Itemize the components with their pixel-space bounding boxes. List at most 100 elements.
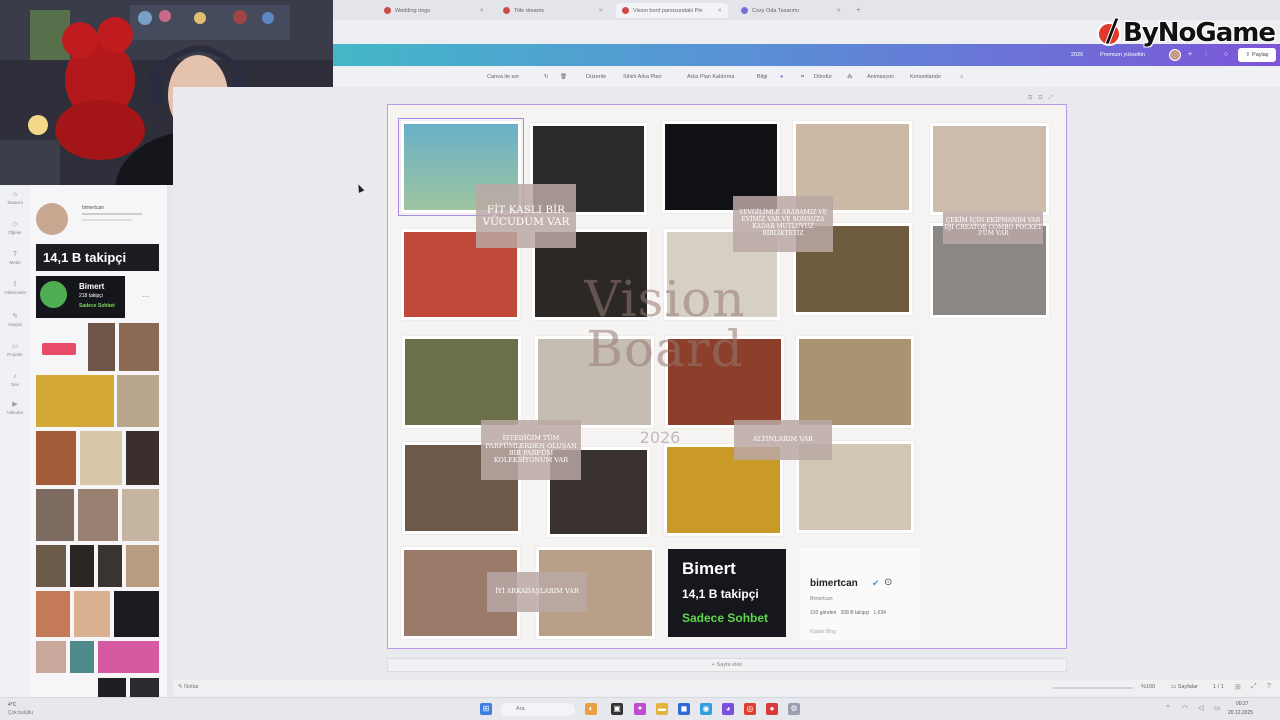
- widget-icon[interactable]: ◐: [585, 703, 597, 715]
- upload-thumb[interactable]: [42, 343, 76, 355]
- rail-text[interactable]: T Metin: [0, 251, 30, 265]
- upload-thumb[interactable]: [126, 545, 159, 587]
- vision-board-year[interactable]: 2026: [620, 428, 700, 447]
- upload-thumb[interactable]: [119, 323, 159, 371]
- zoom-slider[interactable]: [1053, 687, 1133, 689]
- rail-projects[interactable]: ▭ Projeler: [0, 343, 30, 357]
- tab-wedding-rings[interactable]: Wedding rings ✕: [378, 3, 490, 18]
- notes-button[interactable]: ✎ Notlar: [178, 684, 199, 690]
- upload-thumb[interactable]: [36, 641, 66, 673]
- photo-perfume-box[interactable]: [402, 336, 521, 428]
- add-page-button[interactable]: + Sayfa ekle: [387, 658, 1067, 672]
- comment-icon[interactable]: ○: [1221, 51, 1231, 59]
- settings-icon[interactable]: ⚙: [788, 703, 800, 715]
- more-options-icon[interactable]: ⋯: [142, 293, 149, 301]
- label-fit-body[interactable]: FİT KASLI BİR VÜCUDUM VAR: [476, 184, 576, 248]
- toolbar-ask-canva[interactable]: Canva ile sor: [487, 74, 519, 80]
- label-good-friends[interactable]: İYİ ARKADAŞLARIM VAR: [487, 572, 587, 612]
- task-view-icon[interactable]: ▣: [611, 703, 623, 715]
- rail-design[interactable]: ⌂ Tasarım: [0, 191, 30, 205]
- upload-thumb[interactable]: [98, 545, 122, 587]
- avatar[interactable]: [1169, 49, 1181, 61]
- rail-videos[interactable]: ▶ Videolar: [0, 401, 30, 415]
- toolbar-info[interactable]: Bilgi: [757, 74, 767, 80]
- clock-time[interactable]: 00:27: [1236, 701, 1249, 707]
- share-button[interactable]: ⇪ Paylaş: [1238, 48, 1276, 62]
- upload-thumb[interactable]: [36, 545, 66, 587]
- toolbar-animate[interactable]: Animasyon: [867, 74, 894, 80]
- upload-thumb[interactable]: [74, 591, 110, 637]
- clock-date[interactable]: 20.12.2025: [1228, 710, 1253, 716]
- upload-thumb[interactable]: [36, 375, 114, 427]
- label-gold[interactable]: ALTINLARIM VAR: [734, 420, 832, 460]
- wifi-icon[interactable]: ◠: [1182, 704, 1188, 712]
- upload-thumb[interactable]: [36, 431, 76, 485]
- upload-thumb[interactable]: [36, 591, 70, 637]
- copilot-icon[interactable]: ✦: [634, 703, 646, 715]
- page-controls[interactable]: ⧉⧉⤢: [1028, 95, 1059, 102]
- help-icon[interactable]: ?: [1267, 683, 1271, 690]
- toolbar-edit[interactable]: Düzenle: [586, 74, 606, 80]
- tab-vision-board[interactable]: Vision bord panosundaki Pin ✕: [616, 3, 728, 18]
- discord-icon[interactable]: ◕: [722, 703, 734, 715]
- followers-banner-thumb[interactable]: 14,1 B takipçi: [36, 244, 159, 271]
- rail-elements[interactable]: ◇ Öğeler: [0, 221, 30, 235]
- label-car-house[interactable]: SEVGİLİMLE ARABAMIZ VE EVİMİZ VAR VE SON…: [733, 196, 833, 252]
- edge-icon[interactable]: ◉: [700, 703, 712, 715]
- grid-icon[interactable]: ⁂: [847, 74, 853, 80]
- upload-thumb[interactable]: [122, 489, 159, 541]
- upload-thumb[interactable]: [117, 375, 159, 427]
- upload-thumb[interactable]: [126, 431, 159, 485]
- rail-audio[interactable]: ♪ Ses: [0, 373, 30, 387]
- photo-bangles[interactable]: [796, 336, 914, 428]
- toolbar-bg-remove[interactable]: Arka Plan Kaldırma: [687, 74, 734, 80]
- close-icon[interactable]: ✕: [479, 8, 484, 14]
- bimert-followers-card[interactable]: Bimert 14,1 B takipçi Sadece Sohbet: [668, 549, 786, 637]
- new-tab-button[interactable]: +: [856, 5, 861, 14]
- upload-thumb[interactable]: [130, 678, 159, 698]
- fullscreen-icon[interactable]: ⤢: [1251, 683, 1257, 691]
- refresh-icon[interactable]: ↻: [544, 74, 549, 80]
- windows-start-icon[interactable]: ⊞: [480, 703, 492, 715]
- upload-thumb[interactable]: [36, 489, 74, 541]
- rail-uploads[interactable]: ⇧ Yüklemeler: [0, 281, 30, 295]
- toolbar-rotate[interactable]: Döndür: [814, 74, 832, 80]
- profile-card[interactable]: bimertcan ✔ ⊙ Bimertcan 310 gönderi 208 …: [800, 548, 920, 640]
- photo-couple-2[interactable]: [930, 123, 1049, 215]
- zoom-level[interactable]: %100: [1141, 684, 1155, 690]
- analytics-icon[interactable]: ⫶: [1201, 51, 1211, 59]
- weather-temp[interactable]: 4°C: [8, 702, 16, 708]
- upload-thumb[interactable]: [98, 678, 126, 698]
- premium-upgrade-link[interactable]: Premium yükseltin: [1100, 52, 1145, 58]
- upload-thumb[interactable]: [78, 489, 118, 541]
- file-explorer-icon[interactable]: ▬: [656, 703, 668, 715]
- trash-icon[interactable]: 🗑: [560, 74, 567, 80]
- grid-view-icon[interactable]: ⊞: [1235, 683, 1241, 691]
- close-icon[interactable]: ✕: [598, 8, 603, 14]
- label-perfume-collection[interactable]: İSTEDİĞİM TÜM PARFÜMLERDEN OLUŞAN BİR PA…: [481, 420, 581, 480]
- app-icon[interactable]: ●: [766, 703, 778, 715]
- vision-board-title[interactable]: Vision Board: [560, 274, 770, 374]
- profile-thumbnail[interactable]: [36, 203, 68, 235]
- chrome-icon[interactable]: ◎: [744, 703, 756, 715]
- color-icon[interactable]: ●: [780, 74, 783, 80]
- store-icon[interactable]: ◼: [678, 703, 690, 715]
- pages-button[interactable]: ▭ Sayfalar: [1171, 684, 1198, 690]
- document-title[interactable]: 2026: [1071, 52, 1083, 58]
- upload-thumb[interactable]: [70, 545, 94, 587]
- upload-thumb[interactable]: [88, 323, 115, 371]
- lock-icon[interactable]: ⌂: [960, 74, 963, 80]
- volume-icon[interactable]: ◁: [1198, 704, 1203, 712]
- toolbar-position[interactable]: Konumlandır: [910, 74, 941, 80]
- close-icon[interactable]: ✕: [836, 8, 841, 14]
- bimert-card-thumb[interactable]: Bimert 218 takipçi Sadece Sohbet: [36, 276, 125, 318]
- tab-cozy-oda[interactable]: Cozy Oda Tasarımı ✕: [735, 3, 847, 18]
- upload-thumb[interactable]: [114, 591, 159, 637]
- plus-icon[interactable]: +: [1185, 51, 1195, 59]
- label-camera-gear[interactable]: ÇEKİM İÇİN EKİPMANIM VAR DJI CREATOR COM…: [943, 212, 1043, 244]
- upload-thumb[interactable]: [70, 641, 94, 673]
- toolbar-magic-bg[interactable]: Sihirli Arka Plan: [623, 74, 662, 80]
- close-icon[interactable]: ✕: [717, 8, 722, 14]
- upload-thumb[interactable]: [80, 431, 122, 485]
- taskbar-search[interactable]: Ara: [500, 703, 575, 716]
